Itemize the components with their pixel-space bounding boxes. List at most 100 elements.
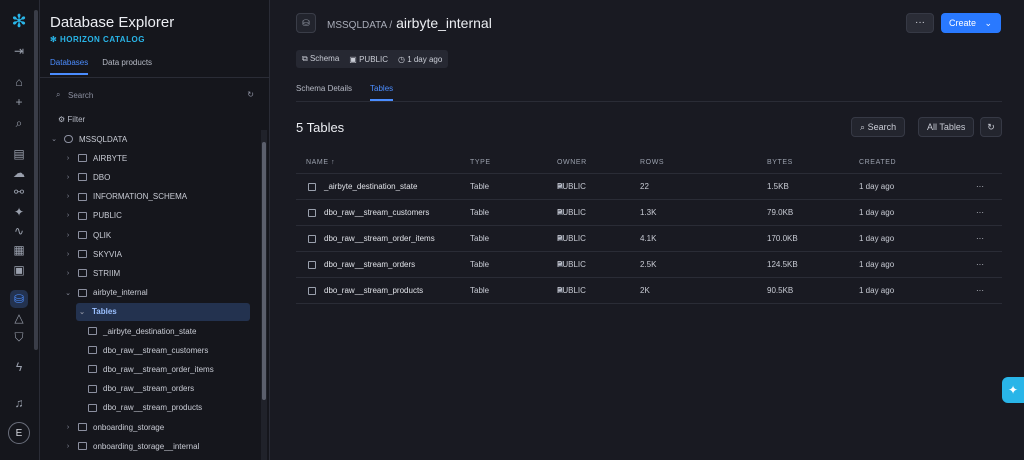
- governance-icon[interactable]: △: [10, 309, 28, 327]
- rail-scrollbar[interactable]: [34, 10, 38, 350]
- home-icon[interactable]: ⌂: [10, 73, 28, 91]
- col-rows[interactable]: ROWS: [640, 152, 664, 174]
- table-name[interactable]: dbo_raw__stream_order_items: [324, 226, 435, 252]
- shield-icon[interactable]: ⛉: [10, 328, 28, 346]
- tree-item[interactable]: _airbyte_destination_state: [88, 322, 196, 340]
- create-button[interactable]: Create ⌄: [941, 13, 1001, 33]
- tree-item[interactable]: dbo_raw__stream_orders: [88, 380, 194, 398]
- upload-icon[interactable]: ☁: [10, 164, 28, 182]
- table-row[interactable]: dbo_raw__stream_order_items Table ▣ PUBLIC 4…: [296, 226, 1002, 252]
- row-more-button[interactable]: ···: [976, 278, 984, 304]
- table-bytes: 79.0KB: [767, 208, 794, 217]
- row-more-button[interactable]: ···: [976, 226, 984, 252]
- search-input[interactable]: Search: [68, 91, 93, 100]
- more-options-button[interactable]: ···: [906, 13, 934, 33]
- bell-icon[interactable]: ♫: [10, 394, 28, 412]
- table-name[interactable]: dbo_raw__stream_products: [324, 278, 423, 304]
- tree-item[interactable]: ⌄ airbyte_internal: [64, 284, 148, 302]
- tree-item[interactable]: ⌄ Tables: [76, 302, 250, 321]
- chevron-right-icon[interactable]: ›: [64, 193, 72, 200]
- bolt-icon[interactable]: ϟ: [10, 358, 28, 376]
- collapse-icon[interactable]: ⇥: [10, 42, 28, 60]
- row-more-button[interactable]: ···: [976, 174, 984, 200]
- worksheet-icon[interactable]: ▤: [10, 145, 28, 163]
- schema-icon: [78, 423, 87, 431]
- tree-item[interactable]: › STRIIM: [64, 264, 120, 282]
- apps-icon[interactable]: ▦: [10, 241, 28, 259]
- tree-item-label: onboarding_storage__internal: [93, 441, 200, 451]
- chevron-right-icon[interactable]: ›: [64, 174, 72, 181]
- col-type[interactable]: TYPE: [470, 152, 491, 174]
- table-icon: [308, 287, 316, 295]
- marketplace-icon[interactable]: ▣: [10, 261, 28, 279]
- tree-item[interactable]: › QLIK: [64, 226, 111, 244]
- table-rows: 2K: [640, 286, 650, 295]
- table-bytes: 1.5KB: [767, 182, 789, 191]
- tree-item-label: Tables: [92, 307, 117, 317]
- ai-icon[interactable]: ✦: [10, 203, 28, 221]
- tree-item[interactable]: dbo_raw__stream_products: [88, 399, 202, 417]
- graph-icon[interactable]: ⚯: [10, 183, 28, 201]
- table-rows: 4.1K: [640, 234, 657, 243]
- chevron-down-icon[interactable]: ⌄: [50, 135, 58, 143]
- search-button[interactable]: ⌕ Search: [851, 117, 906, 137]
- chevron-right-icon[interactable]: ›: [64, 251, 72, 258]
- row-more-button[interactable]: ···: [976, 252, 984, 278]
- tree-item[interactable]: › DBO: [64, 168, 111, 186]
- ai-assistant-button[interactable]: ✦: [1002, 377, 1024, 403]
- tree-item[interactable]: › onboarding_storage__internal: [64, 437, 199, 455]
- breadcrumb-parent[interactable]: MSSQLDATA /: [327, 20, 392, 31]
- col-owner[interactable]: OWNER: [557, 152, 587, 174]
- chevron-right-icon[interactable]: ›: [64, 270, 72, 277]
- tree-item[interactable]: › AIRBYTE: [64, 149, 127, 167]
- table-name[interactable]: dbo_raw__stream_orders: [324, 252, 415, 278]
- chevron-right-icon[interactable]: ›: [64, 424, 72, 431]
- chevron-right-icon[interactable]: ›: [64, 212, 72, 219]
- tree-item[interactable]: › onboarding_storage: [64, 418, 164, 436]
- tree-item[interactable]: › PUBLIC: [64, 207, 122, 225]
- filter-button[interactable]: ⚙ Filter: [58, 115, 85, 124]
- plus-icon[interactable]: +: [10, 93, 28, 111]
- refresh-button[interactable]: ↻: [980, 117, 1002, 137]
- table-body: _airbyte_destination_state Table ▣ PUBLIC 22…: [296, 174, 1002, 304]
- filter-icon: ⚙: [58, 115, 66, 124]
- col-created[interactable]: CREATED: [859, 152, 896, 174]
- table-row[interactable]: dbo_raw__stream_products Table ▣ PUBLIC 2K 90…: [296, 278, 1002, 304]
- chevron-down-icon[interactable]: ⌄: [64, 289, 72, 297]
- table-name[interactable]: dbo_raw__stream_customers: [324, 200, 429, 226]
- sidebar-scrollbar[interactable]: [261, 130, 267, 460]
- tree-item-label: AIRBYTE: [93, 153, 128, 163]
- snowflake-icon[interactable]: ✻: [10, 11, 28, 31]
- tab-tables[interactable]: Tables: [370, 84, 394, 101]
- row-more-button[interactable]: ···: [976, 200, 984, 226]
- col-bytes[interactable]: BYTES: [767, 152, 793, 174]
- schema-icon: [78, 173, 87, 182]
- table-row[interactable]: dbo_raw__stream_orders Table ▣ PUBLIC 2.5K 12…: [296, 252, 1002, 278]
- tree-item[interactable]: dbo_raw__stream_order_items: [88, 360, 214, 378]
- table-name[interactable]: _airbyte_destination_state: [324, 174, 417, 200]
- tab-databases[interactable]: Databases: [50, 58, 89, 75]
- chevron-right-icon[interactable]: ›: [64, 443, 72, 450]
- tab-schema-details[interactable]: Schema Details: [296, 84, 352, 101]
- chevron-right-icon[interactable]: ›: [64, 155, 72, 162]
- tab-data-products[interactable]: Data products: [102, 58, 152, 75]
- scroll-thumb[interactable]: [262, 142, 266, 400]
- tree-item[interactable]: ⌄ MSSQLDATA: [50, 130, 127, 148]
- avatar[interactable]: E: [8, 422, 30, 444]
- database-icon[interactable]: ⛁: [10, 290, 28, 308]
- tree-item-label: SKYVIA: [93, 249, 122, 259]
- search-icon[interactable]: ⌕: [10, 114, 28, 132]
- activity-icon[interactable]: ∿: [10, 222, 28, 240]
- refresh-icon[interactable]: ↻: [247, 90, 254, 99]
- chevron-down-icon[interactable]: ⌄: [78, 308, 86, 316]
- tree-item[interactable]: dbo_raw__stream_customers: [88, 341, 208, 359]
- table-row[interactable]: dbo_raw__stream_customers Table ▣ PUBLIC 1.3…: [296, 200, 1002, 226]
- tree-item[interactable]: › INFORMATION_SCHEMA: [64, 188, 187, 206]
- col-name[interactable]: NAME ↑: [306, 152, 335, 174]
- table-row[interactable]: _airbyte_destination_state Table ▣ PUBLIC 22…: [296, 174, 1002, 200]
- tree-item[interactable]: › SKYVIA: [64, 245, 122, 263]
- sidebar-search[interactable]: ⌕ Search ↻: [54, 90, 254, 104]
- main-panel: ⛁ MSSQLDATA / airbyte_internal ··· Creat…: [270, 0, 1024, 460]
- chevron-right-icon[interactable]: ›: [64, 232, 72, 239]
- all-tables-dropdown[interactable]: All Tables: [918, 117, 975, 137]
